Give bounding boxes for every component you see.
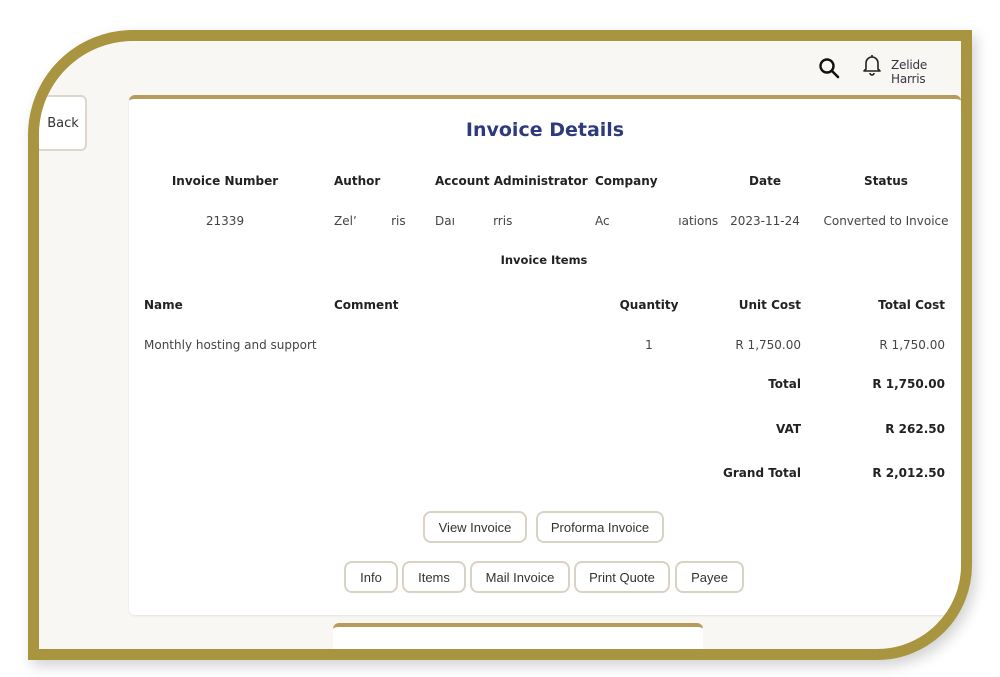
- payee-button[interactable]: Payee: [675, 561, 744, 593]
- invoice-details-card: Invoice Details Invoice Number Author Ac…: [129, 95, 961, 615]
- back-button[interactable]: Back: [39, 95, 87, 151]
- view-invoice-button[interactable]: View Invoice: [423, 511, 527, 543]
- status-value: Converted to Invoice: [823, 214, 949, 228]
- column-header-status: Status: [864, 174, 908, 188]
- total-value: R 1,750.00: [872, 377, 945, 391]
- items-header-comment: Comment: [334, 298, 399, 312]
- column-header-account-administrator: Account Administrator: [435, 174, 588, 188]
- search-icon[interactable]: [818, 57, 840, 79]
- invoice-items-heading: Invoice Items: [500, 253, 588, 267]
- items-button[interactable]: Items: [402, 561, 466, 593]
- author-value: Zelʼ ris: [334, 214, 406, 228]
- column-header-date: Date: [749, 174, 781, 188]
- proforma-invoice-button[interactable]: Proforma Invoice: [536, 511, 664, 543]
- secondary-card: [333, 623, 703, 649]
- grand-total-value: R 2,012.50: [872, 466, 945, 480]
- top-bar: Zelide Harris: [39, 41, 961, 97]
- grand-total-label: Grand Total: [723, 466, 801, 480]
- items-header-quantity: Quantity: [619, 298, 679, 312]
- vat-label: VAT: [775, 422, 801, 436]
- company-value: Ac ıations: [595, 214, 719, 228]
- items-header-unit-cost: Unit Cost: [738, 298, 801, 312]
- total-label: Total: [768, 377, 801, 391]
- column-header-author: Author: [334, 174, 381, 188]
- bell-icon[interactable]: [862, 54, 882, 76]
- date-value: 2023-11-24: [730, 214, 800, 228]
- items-header-name: Name: [144, 298, 183, 312]
- page-title: Invoice Details: [465, 119, 625, 141]
- item-name: Monthly hosting and support: [144, 338, 317, 352]
- items-header-total-cost: Total Cost: [878, 298, 945, 312]
- info-button[interactable]: Info: [344, 561, 398, 593]
- user-name[interactable]: Zelide Harris: [891, 58, 961, 86]
- print-quote-button[interactable]: Print Quote: [574, 561, 670, 593]
- column-header-invoice-number: Invoice Number: [171, 174, 279, 188]
- app-frame: Zelide Harris Back Invoice Details Invoi…: [28, 30, 972, 660]
- vat-value: R 262.50: [885, 422, 945, 436]
- mail-invoice-button[interactable]: Mail Invoice: [470, 561, 570, 593]
- account-administrator-value: Daı rris: [435, 214, 513, 228]
- item-quantity: 1: [645, 338, 653, 352]
- column-header-company: Company: [595, 174, 658, 188]
- item-unit-cost: R 1,750.00: [735, 338, 801, 352]
- item-total-cost: R 1,750.00: [879, 338, 945, 352]
- invoice-number-value: 21339: [205, 214, 245, 228]
